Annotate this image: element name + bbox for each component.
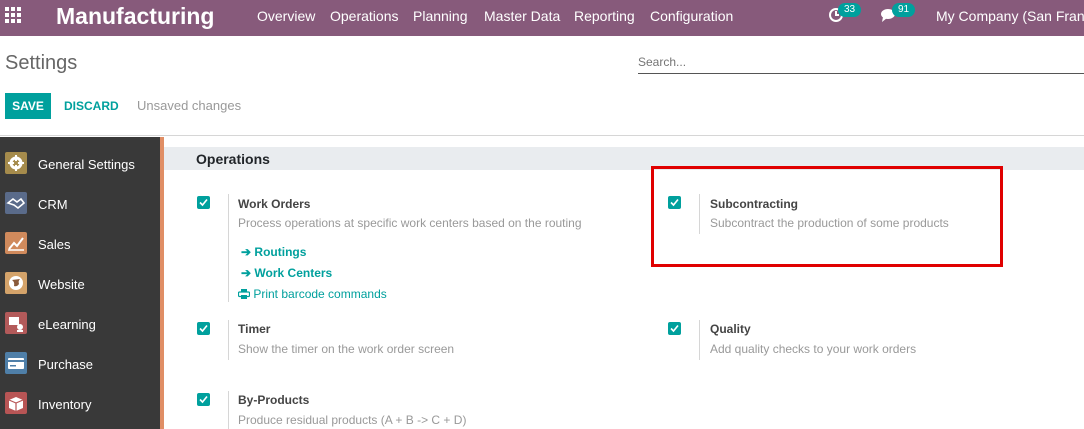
breadcrumb: Settings bbox=[5, 52, 78, 74]
sidebar-item-label: CRM bbox=[38, 197, 68, 212]
setting-title-quality: Quality bbox=[710, 322, 751, 336]
arrow-right-icon: ➔ bbox=[241, 245, 252, 259]
company-switcher[interactable]: My Company (San Francisco) bbox=[936, 8, 1084, 24]
card-icon bbox=[5, 352, 27, 374]
work-centers-link[interactable]: ➔ Work Centers bbox=[241, 266, 332, 280]
messages-count-badge: 91 bbox=[892, 3, 916, 17]
save-button[interactable]: SAVE bbox=[5, 93, 51, 119]
menu-operations[interactable]: Operations bbox=[330, 8, 398, 24]
sidebar-active-accent bbox=[160, 137, 164, 429]
setting-title-by-products: By-Products bbox=[238, 393, 310, 407]
sidebar-item-elearning[interactable]: eLearning bbox=[0, 304, 160, 344]
sidebar-item-label: General Settings bbox=[38, 157, 135, 172]
setting-desc-work-orders: Process operations at specific work cent… bbox=[238, 216, 582, 230]
print-barcode-link-label: Print barcode commands bbox=[253, 287, 387, 301]
by-products-checkbox[interactable] bbox=[197, 393, 210, 406]
setting-desc-by-products: Produce residual products (A + B -> C + … bbox=[238, 413, 467, 427]
sidebar-item-website[interactable]: Website bbox=[0, 264, 160, 304]
chart-icon bbox=[5, 232, 27, 254]
setting-divider bbox=[228, 391, 229, 429]
sidebar-item-label: Purchase bbox=[38, 357, 93, 372]
setting-desc-quality: Add quality checks to your work orders bbox=[710, 342, 917, 356]
timer-checkbox[interactable] bbox=[197, 322, 210, 335]
discard-button[interactable]: DISCARD bbox=[64, 99, 119, 113]
setting-title-work-orders: Work Orders bbox=[238, 197, 311, 211]
section-title: Operations bbox=[196, 151, 270, 167]
apps-grid-icon[interactable] bbox=[5, 7, 23, 25]
elearning-icon bbox=[5, 312, 27, 334]
search-input[interactable] bbox=[638, 52, 1078, 72]
menu-overview[interactable]: Overview bbox=[257, 8, 315, 24]
settings-sidebar: General Settings CRM Sales Website eLear… bbox=[0, 137, 160, 429]
handshake-icon bbox=[5, 192, 27, 214]
sidebar-item-label: Website bbox=[38, 277, 85, 292]
search-box bbox=[638, 50, 1084, 74]
globe-icon bbox=[5, 272, 27, 294]
setting-divider bbox=[228, 194, 229, 302]
sidebar-item-label: eLearning bbox=[38, 317, 96, 332]
control-panel: Settings SAVE DISCARD Unsaved changes bbox=[0, 36, 1084, 136]
box-icon bbox=[5, 392, 27, 414]
menu-reporting[interactable]: Reporting bbox=[574, 8, 635, 24]
printer-icon bbox=[237, 288, 251, 299]
activity-count-badge: 33 bbox=[838, 3, 862, 17]
sidebar-item-crm[interactable]: CRM bbox=[0, 184, 160, 224]
sidebar-item-sales[interactable]: Sales bbox=[0, 224, 160, 264]
routings-link[interactable]: ➔ Routings bbox=[241, 245, 306, 259]
menu-planning[interactable]: Planning bbox=[413, 8, 468, 24]
setting-divider bbox=[228, 320, 229, 360]
work-centers-link-label: Work Centers bbox=[254, 266, 333, 280]
arrow-right-icon: ➔ bbox=[241, 266, 252, 280]
top-navbar: Manufacturing Overview Operations Planni… bbox=[0, 0, 1084, 36]
unsaved-status: Unsaved changes bbox=[137, 98, 242, 113]
routings-link-label: Routings bbox=[254, 245, 307, 259]
setting-divider bbox=[699, 320, 700, 360]
setting-desc-timer: Show the timer on the work order screen bbox=[238, 342, 455, 356]
menu-master-data[interactable]: Master Data bbox=[484, 8, 560, 24]
sidebar-item-general-settings[interactable]: General Settings bbox=[0, 144, 160, 184]
work-orders-checkbox[interactable] bbox=[197, 196, 210, 209]
sidebar-item-inventory[interactable]: Inventory bbox=[0, 384, 160, 424]
print-barcode-link[interactable]: Print barcode commands bbox=[237, 287, 387, 301]
highlight-box bbox=[651, 166, 1003, 267]
gear-icon bbox=[5, 152, 27, 174]
app-title[interactable]: Manufacturing bbox=[56, 3, 214, 29]
quality-checkbox[interactable] bbox=[668, 322, 681, 335]
sidebar-item-purchase[interactable]: Purchase bbox=[0, 344, 160, 384]
setting-title-timer: Timer bbox=[238, 322, 271, 336]
sidebar-item-label: Sales bbox=[38, 237, 71, 252]
sidebar-item-label: Inventory bbox=[38, 397, 92, 412]
menu-configuration[interactable]: Configuration bbox=[650, 8, 733, 24]
